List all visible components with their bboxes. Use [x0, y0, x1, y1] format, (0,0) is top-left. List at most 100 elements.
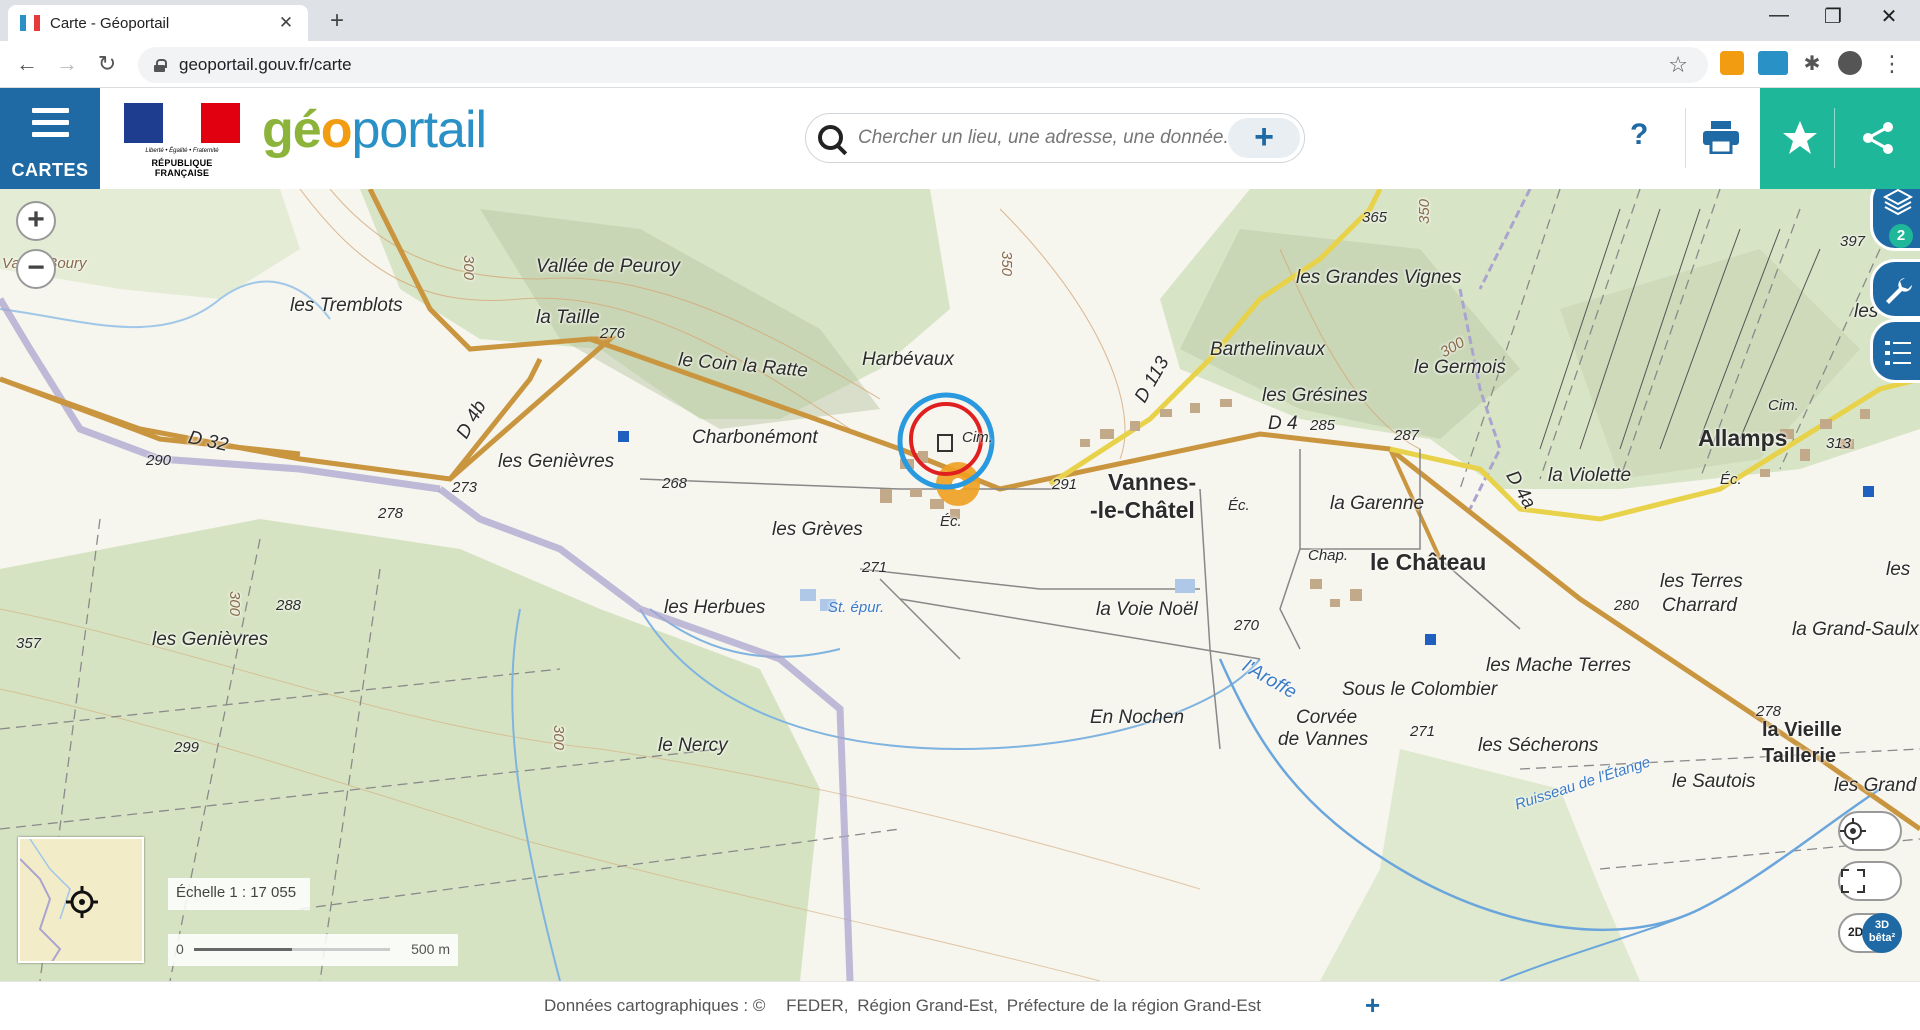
- back-arrow-icon[interactable]: ←: [12, 49, 42, 79]
- map-label: 290: [146, 452, 172, 469]
- geolocate-button[interactable]: [1838, 811, 1902, 851]
- map-label: 287: [1394, 427, 1420, 444]
- minimap-render: [20, 839, 98, 961]
- map-label: Cim.: [1768, 397, 1799, 414]
- search-bar: +: [805, 113, 1305, 163]
- attribution-more-button[interactable]: +: [1365, 990, 1380, 1021]
- map-label: Chap.: [1308, 547, 1349, 564]
- print-icon[interactable]: [1702, 120, 1740, 154]
- map-label: les Tremblots: [290, 295, 403, 316]
- geoportail-logo[interactable]: géoportail: [262, 100, 487, 160]
- attribution-link[interactable]: Préfecture de la région Grand-Est: [1007, 996, 1261, 1015]
- map-label: 300: [226, 590, 244, 617]
- map-label: les Grandes Vignes: [1296, 267, 1462, 288]
- map-label: 278: [378, 505, 404, 522]
- profile-avatar-icon[interactable]: [1838, 51, 1862, 75]
- map-label: les Genièvres: [152, 629, 269, 650]
- map-viewport[interactable]: Vallée Boury Vallée de Peuroy les Trembl…: [0, 189, 1920, 981]
- bookmark-star-icon[interactable]: ☆: [1668, 52, 1688, 78]
- tab-title: Carte - Géoportail: [50, 14, 170, 32]
- map-label: la Vieille: [1762, 719, 1842, 741]
- share-icon[interactable]: [1860, 120, 1896, 156]
- browser-menu-icon[interactable]: ⋮: [1880, 51, 1904, 76]
- map-label: D 4: [1268, 413, 1298, 434]
- window-close-icon[interactable]: ✕: [1866, 4, 1912, 29]
- view-2d-3d-toggle[interactable]: 2D 3D bêta²: [1838, 913, 1902, 953]
- view-3d-button[interactable]: 3D bêta²: [1862, 913, 1902, 953]
- zoom-out-button[interactable]: −: [16, 249, 56, 289]
- overview-minimap[interactable]: [18, 837, 144, 963]
- extension-orange-icon[interactable]: [1720, 51, 1744, 75]
- fullscreen-button[interactable]: [1838, 861, 1902, 901]
- forward-arrow-icon[interactable]: →: [52, 49, 82, 79]
- map-label: la Grand-Saulx: [1792, 619, 1919, 640]
- map-label: Cim.: [962, 429, 993, 446]
- new-tab-button[interactable]: +: [322, 7, 352, 35]
- map-label: 299: [174, 739, 200, 756]
- zoom-in-button[interactable]: +: [16, 201, 56, 241]
- search-icon[interactable]: [806, 113, 858, 163]
- puzzle-extensions-icon[interactable]: ✱: [1800, 51, 1824, 75]
- map-base-layer: [0, 189, 1920, 981]
- search-input[interactable]: [858, 127, 1228, 149]
- list-icon: [1885, 341, 1911, 365]
- map-label: Charbonémont: [692, 427, 818, 448]
- browser-toolbar: ← → ↻ geoportail.gouv.fr/carte ☆ ✱ ⋮: [0, 41, 1920, 88]
- map-label: les Herbues: [664, 597, 766, 618]
- map-label: 357: [16, 635, 42, 652]
- scale-bar-line: [194, 948, 390, 951]
- map-label: le Germois: [1414, 357, 1506, 378]
- map-label: les Grésines: [1262, 385, 1368, 406]
- attribution-link[interactable]: FEDER,: [786, 996, 848, 1015]
- map-label: les Genièvres: [498, 451, 615, 472]
- map-label: 288: [276, 597, 302, 614]
- map-label: le Château: [1370, 549, 1487, 575]
- favorites-divider: [1834, 108, 1835, 168]
- help-button[interactable]: ?: [1630, 118, 1648, 152]
- cartes-menu-button[interactable]: CARTES: [0, 88, 100, 189]
- map-label: Taillerie: [1762, 745, 1837, 767]
- map-label: 276: [600, 325, 626, 342]
- map-label: Charrard: [1662, 595, 1737, 616]
- site-header: CARTES Liberté • Égalité • Fraternité RÉ…: [0, 88, 1920, 189]
- extension-new-icon[interactable]: [1758, 51, 1788, 75]
- scale-start-label: 0: [176, 941, 184, 957]
- scale-ratio: Échelle 1 : 17 055: [168, 878, 310, 910]
- address-bar[interactable]: geoportail.gouv.fr/carte ☆: [138, 47, 1708, 83]
- map-label: St. épur.: [828, 599, 885, 616]
- attribution-text: Données cartographiques : © FEDER, Régio…: [544, 996, 1261, 1015]
- layers-icon: [1883, 189, 1913, 216]
- hamburger-icon: [32, 108, 69, 144]
- map-label: Vannes-: [1108, 469, 1197, 495]
- map-label: Corvée: [1296, 707, 1358, 728]
- layers-count-badge: 2: [1889, 224, 1913, 248]
- map-legend-button[interactable]: [1870, 319, 1920, 383]
- favorites-star-icon[interactable]: [1782, 120, 1818, 156]
- map-label: Harbévaux: [862, 349, 954, 370]
- restore-icon[interactable]: ❐: [1810, 4, 1856, 29]
- reload-icon[interactable]: ↻: [92, 49, 122, 79]
- advanced-search-plus-button[interactable]: +: [1228, 118, 1300, 158]
- map-label: de Vannes: [1278, 729, 1369, 750]
- attribution-link[interactable]: Région Grand-Est,: [857, 996, 998, 1015]
- map-label: 350: [1416, 198, 1434, 225]
- map-label: 300: [460, 254, 478, 281]
- browser-tab[interactable]: Carte - Géoportail ✕: [8, 5, 308, 41]
- minimize-icon[interactable]: —: [1756, 4, 1802, 27]
- layers-button[interactable]: 2: [1870, 189, 1920, 251]
- map-label: les Grèves: [772, 519, 863, 540]
- tab-close-icon[interactable]: ✕: [276, 13, 296, 33]
- tools-button[interactable]: [1870, 259, 1920, 319]
- lock-icon: [154, 58, 167, 72]
- map-label: la Garenne: [1330, 493, 1425, 514]
- geoportail-favicon: [20, 15, 40, 31]
- map-label: 278: [1756, 703, 1782, 720]
- favorites-share-panel: [1760, 88, 1920, 189]
- url-text[interactable]: geoportail.gouv.fr/carte: [179, 55, 352, 75]
- browser-tab-strip: Carte - Géoportail ✕ + — ❐ ✕: [0, 0, 1920, 41]
- header-divider: [1685, 108, 1686, 168]
- map-label: 280: [1614, 597, 1640, 614]
- republic-motto: Liberté • Égalité • Fraternité: [145, 148, 219, 154]
- map-label: Éc.: [1228, 497, 1250, 514]
- map-label: 268: [662, 475, 688, 492]
